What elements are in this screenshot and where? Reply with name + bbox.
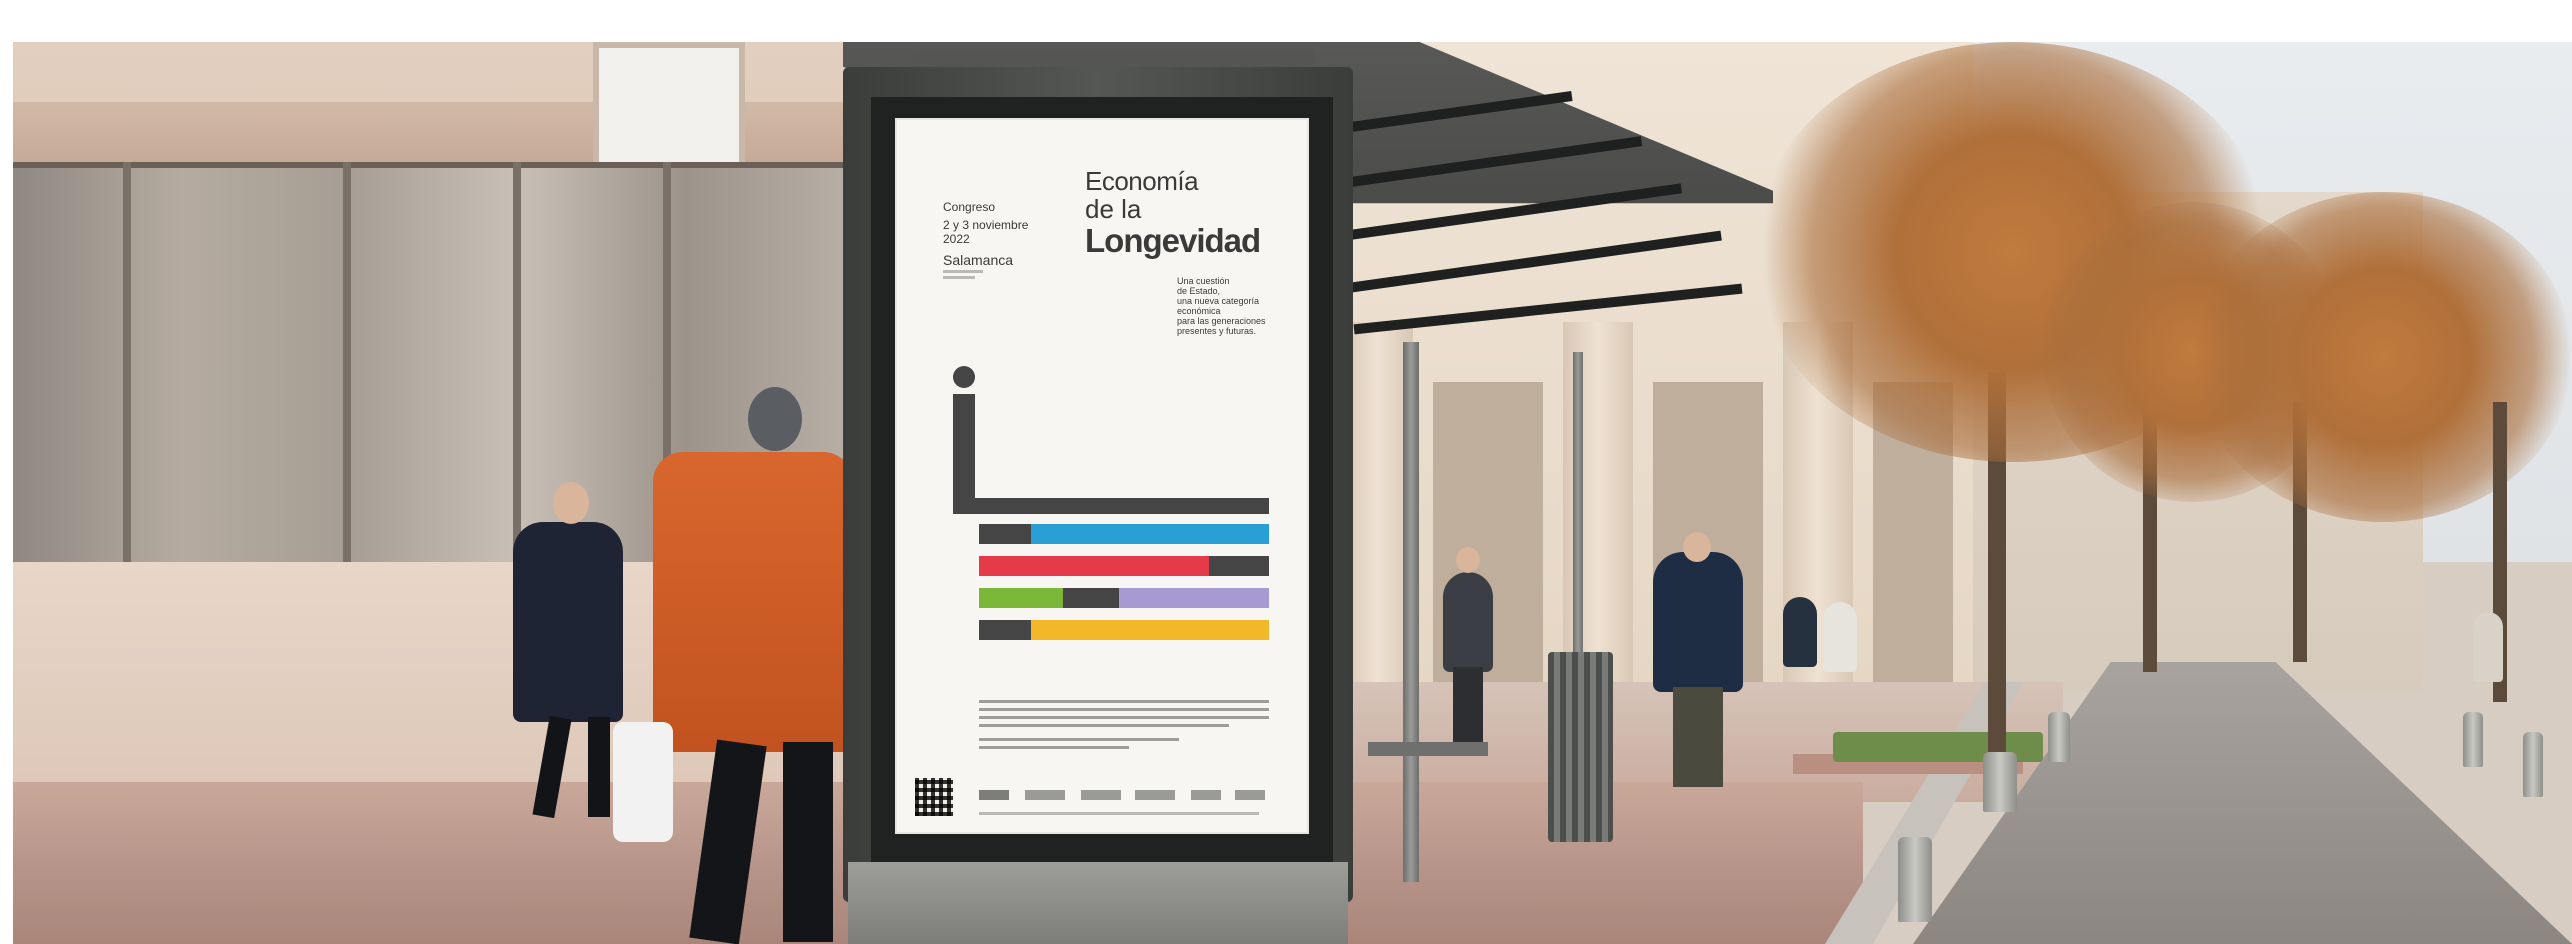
poster-body-copy bbox=[979, 738, 1179, 741]
window-mullion bbox=[343, 162, 351, 562]
bar-yellow bbox=[1031, 620, 1269, 640]
poster-small-print bbox=[943, 276, 975, 279]
pedestrian-legs bbox=[1673, 687, 1723, 787]
bollard bbox=[1898, 837, 1932, 922]
beanie-head bbox=[748, 387, 802, 451]
poster-small-print bbox=[943, 270, 983, 273]
pedestrian-head bbox=[553, 482, 589, 524]
poster-city: Salamanca bbox=[943, 252, 1014, 268]
poster-subtitle: económica bbox=[1177, 306, 1221, 316]
poster-congress-label: Congreso bbox=[943, 200, 996, 214]
poster-body-copy bbox=[979, 700, 1269, 703]
sponsor-logo bbox=[1025, 790, 1065, 800]
pictogram-body bbox=[953, 394, 975, 514]
shelter-post bbox=[1403, 342, 1419, 882]
pictogram-head bbox=[953, 366, 975, 388]
bollard bbox=[2523, 732, 2543, 797]
trash-bin bbox=[1548, 652, 1613, 842]
poster-body-copy bbox=[979, 716, 1269, 719]
bollard bbox=[2048, 712, 2070, 762]
qr-code bbox=[915, 778, 953, 816]
poster-body-copy bbox=[979, 708, 1269, 711]
bar-gray bbox=[979, 524, 1031, 544]
pedestrian-legs bbox=[1453, 667, 1483, 752]
pedestrian bbox=[1783, 597, 1817, 667]
poster-subtitle: una nueva categoría bbox=[1177, 296, 1260, 306]
bollard bbox=[1983, 752, 2017, 812]
pedestrian-leg bbox=[588, 717, 610, 817]
sponsor-logo bbox=[1135, 790, 1175, 800]
congress-poster: Congreso 2 y 3 noviembre 2022 Salamanca … bbox=[895, 118, 1309, 834]
poster-subtitle: para las generaciones bbox=[1177, 316, 1266, 326]
bar-blue bbox=[1031, 524, 1269, 544]
woman-in-coat bbox=[513, 522, 623, 722]
bar-red bbox=[979, 556, 1209, 576]
bar-gray bbox=[1209, 556, 1269, 576]
street-photo: Congreso 2 y 3 noviembre 2022 Salamanca … bbox=[13, 42, 2572, 944]
ad-display-base bbox=[848, 862, 1348, 944]
pedestrian bbox=[1443, 572, 1493, 672]
sponsor-logo bbox=[979, 790, 1009, 800]
poster-subtitle: Una cuestión bbox=[1177, 276, 1230, 286]
window-mullion bbox=[513, 162, 521, 562]
poster-subtitle: presentes y futuras. bbox=[1177, 326, 1257, 336]
man-in-orange-jacket bbox=[653, 452, 853, 752]
bar-green bbox=[979, 588, 1063, 608]
poster-footer-print bbox=[979, 812, 1259, 815]
poster-title-line3: Longevidad bbox=[1085, 222, 1261, 259]
bar-gray bbox=[979, 620, 1031, 640]
pedestrian-leg bbox=[783, 742, 833, 942]
pedestrian-head bbox=[1456, 547, 1480, 573]
poster-year: 2022 bbox=[943, 232, 970, 246]
pedestrian bbox=[1653, 552, 1743, 692]
poster-dates: 2 y 3 noviembre bbox=[943, 218, 1029, 232]
bar-purple bbox=[1119, 588, 1269, 608]
poster-body-copy bbox=[979, 746, 1129, 749]
pedestrian bbox=[1823, 602, 1857, 672]
poster-body-copy bbox=[979, 724, 1229, 727]
poster-subtitle: de Estado, bbox=[1177, 286, 1221, 296]
shelter-bench bbox=[1368, 742, 1488, 756]
pedestrian-head bbox=[1683, 532, 1711, 562]
autumn-tree bbox=[2193, 192, 2572, 522]
poster-title-line1: Economía bbox=[1085, 166, 1199, 196]
sponsor-logo bbox=[1235, 790, 1265, 800]
pedestrian bbox=[2473, 612, 2503, 682]
bar-gray bbox=[1063, 588, 1119, 608]
poster-title-line2: de la bbox=[1085, 194, 1142, 224]
window-mullion bbox=[123, 162, 131, 562]
sponsor-logo bbox=[1081, 790, 1121, 800]
bollard bbox=[2463, 712, 2483, 767]
plastic-bag bbox=[613, 722, 673, 842]
pictogram-seat-bar bbox=[953, 498, 1269, 514]
sponsor-logo bbox=[1191, 790, 1221, 800]
